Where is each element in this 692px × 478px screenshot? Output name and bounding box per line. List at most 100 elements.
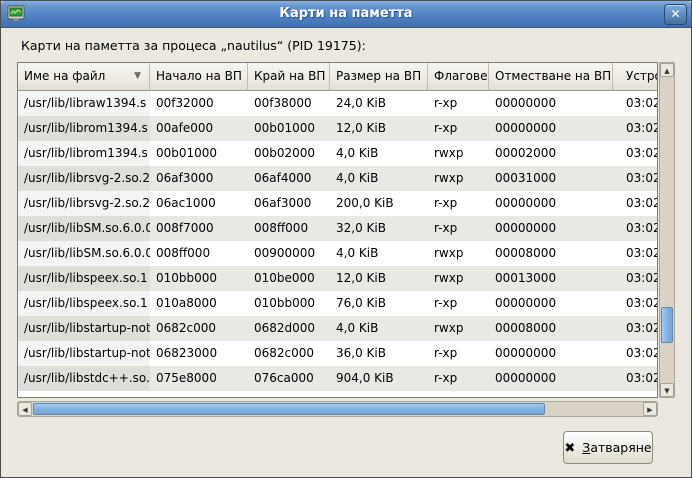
table-cell: 00b02000 [248, 141, 330, 166]
table-row[interactable]: /usr/lib/libraw1394.s00f3200000f3800024,… [18, 91, 658, 116]
column-header-vm-offset[interactable]: Отместване на ВП [489, 63, 613, 91]
scroll-down-icon[interactable]: ▼ [660, 383, 674, 397]
column-header-vm-size[interactable]: Размер на ВП [330, 63, 428, 91]
window-close-button[interactable]: ✕ [664, 4, 687, 25]
table-cell: 010a8000 [150, 291, 248, 316]
column-header-flags[interactable]: Флагове [428, 63, 489, 91]
table-cell: /usr/lib/librom1394.s [18, 116, 150, 141]
table-cell: rwxp [428, 241, 489, 266]
table-cell: rwxp [428, 166, 489, 191]
table-cell: /usr/lib/libspeex.so.1 [18, 291, 150, 316]
sort-indicator-icon: ▼ [134, 63, 141, 90]
table-cell: /usr/lib/libstartup-not [18, 341, 150, 366]
table-cell: 32,0 KiB [330, 216, 428, 241]
table-cell: r-xp [428, 216, 489, 241]
table-cell: 00f32000 [150, 91, 248, 116]
table-cell: 00b01000 [248, 116, 330, 141]
table-cell: 03:02 [613, 341, 658, 366]
table-cell: /usr/lib/librsvg-2.so.2 [18, 191, 150, 216]
table-cell: 00900000 [248, 241, 330, 266]
table-cell: r-xp [428, 191, 489, 216]
column-header-vm-start[interactable]: Начало на ВП [150, 63, 248, 91]
table-cell: /usr/lib/librsvg-2.so.2 [18, 166, 150, 191]
table-cell: rwxp [428, 141, 489, 166]
table-cell: 200,0 KiB [330, 191, 428, 216]
table-cell: /usr/lib/libSM.so.6.0.0 [18, 216, 150, 241]
scroll-up-icon[interactable]: ▲ [660, 63, 674, 77]
table-cell: 12,0 KiB [330, 266, 428, 291]
process-description: Карти на паметта за процеса „nautilus“ (… [21, 38, 366, 53]
table-cell: 010be000 [248, 266, 330, 291]
close-x-icon: ✖ [564, 441, 575, 456]
table-cell: /usr/lib/libSM.so.6.0.0 [18, 241, 150, 266]
table-cell: 12,0 KiB [330, 116, 428, 141]
table-cell: 00002000 [489, 141, 613, 166]
table-cell: r-xp [428, 366, 489, 391]
table-cell: 06ac1000 [150, 191, 248, 216]
table-cell: 36,0 KiB [330, 341, 428, 366]
table-cell: 00000000 [489, 91, 613, 116]
table-cell: 03:02 [613, 291, 658, 316]
scroll-left-icon[interactable]: ◀ [18, 402, 32, 416]
titlebar[interactable]: Карти на паметта ✕ [1, 1, 691, 28]
table-row[interactable]: /usr/lib/libSM.so.6.0.0008ff000009000004… [18, 241, 658, 266]
table-cell: 010bb000 [150, 266, 248, 291]
close-dialog-button[interactable]: ✖Затваряне [563, 431, 653, 464]
table-row[interactable]: /usr/lib/libspeex.so.1010bb000010be00012… [18, 266, 658, 291]
table-cell: r-xp [428, 91, 489, 116]
table-row[interactable]: /usr/lib/libstartup-not068230000682c0003… [18, 341, 658, 366]
table-cell: 00000000 [489, 366, 613, 391]
table-body: /usr/lib/libraw1394.s00f3200000f3800024,… [18, 91, 657, 391]
table-cell: /usr/lib/libraw1394.s [18, 91, 150, 116]
table-row[interactable]: /usr/lib/librom1394.s00b0100000b020004,0… [18, 141, 658, 166]
memory-map-table: Име на файл ▼ Начало на ВП Край на ВП Ра… [17, 62, 658, 398]
table-cell: 4,0 KiB [330, 141, 428, 166]
table-cell: r-xp [428, 291, 489, 316]
scroll-right-icon[interactable]: ▶ [643, 402, 657, 416]
vertical-scrollbar[interactable]: ▲ ▼ [659, 62, 675, 398]
table-cell: 00000000 [489, 216, 613, 241]
table-cell: 00000000 [489, 341, 613, 366]
table-cell: 4,0 KiB [330, 316, 428, 341]
table-row[interactable]: /usr/lib/librsvg-2.so.206af300006af40004… [18, 166, 658, 191]
table-cell: r-xp [428, 341, 489, 366]
table-cell: 075e8000 [150, 366, 248, 391]
table-cell: 06af3000 [150, 166, 248, 191]
table-cell: 03:02 [613, 366, 658, 391]
column-header-filename[interactable]: Име на файл ▼ [18, 63, 150, 91]
table-cell: 008f7000 [150, 216, 248, 241]
window-title: Карти на паметта [1, 6, 691, 21]
table-cell: /usr/lib/libstdc++.so. [18, 366, 150, 391]
table-cell: 076ca000 [248, 366, 330, 391]
vertical-scrollbar-thumb[interactable] [661, 307, 673, 343]
table-cell: 00008000 [489, 241, 613, 266]
horizontal-scrollbar[interactable]: ◀ ▶ [17, 401, 658, 417]
table-cell: 00013000 [489, 266, 613, 291]
horizontal-scrollbar-thumb[interactable] [33, 403, 545, 415]
table-cell: 00000000 [489, 116, 613, 141]
table-cell: 24,0 KiB [330, 91, 428, 116]
table-cell: 76,0 KiB [330, 291, 428, 316]
column-header-vm-end[interactable]: Край на ВП [248, 63, 330, 91]
table-row[interactable]: /usr/lib/libSM.so.6.0.0008f7000008ff0003… [18, 216, 658, 241]
table-cell: 00008000 [489, 316, 613, 341]
table-row[interactable]: /usr/lib/librom1394.s00afe00000b0100012,… [18, 116, 658, 141]
close-icon: ✕ [670, 7, 680, 21]
table-cell: 03:02 [613, 316, 658, 341]
table-cell: 00031000 [489, 166, 613, 191]
memory-maps-window: Карти на паметта ✕ Карти на паметта за п… [0, 0, 692, 478]
table-cell: 00000000 [489, 191, 613, 216]
column-header-device[interactable]: Устро [613, 63, 658, 91]
table-cell: 4,0 KiB [330, 241, 428, 266]
table-row[interactable]: /usr/lib/libspeex.so.1010a8000010bb00076… [18, 291, 658, 316]
table-row[interactable]: /usr/lib/libstartup-not0682c0000682d0004… [18, 316, 658, 341]
table-cell: 03:02 [613, 166, 658, 191]
table-cell: 06af3000 [248, 191, 330, 216]
table-cell: 06af4000 [248, 166, 330, 191]
table-cell: rwxp [428, 266, 489, 291]
table-row[interactable]: /usr/lib/libstdc++.so.075e8000076ca00090… [18, 366, 658, 391]
table-cell: 03:02 [613, 216, 658, 241]
table-row[interactable]: /usr/lib/librsvg-2.so.206ac100006af30002… [18, 191, 658, 216]
table-header-row: Име на файл ▼ Начало на ВП Край на ВП Ра… [18, 63, 657, 91]
table-cell: 0682d000 [248, 316, 330, 341]
